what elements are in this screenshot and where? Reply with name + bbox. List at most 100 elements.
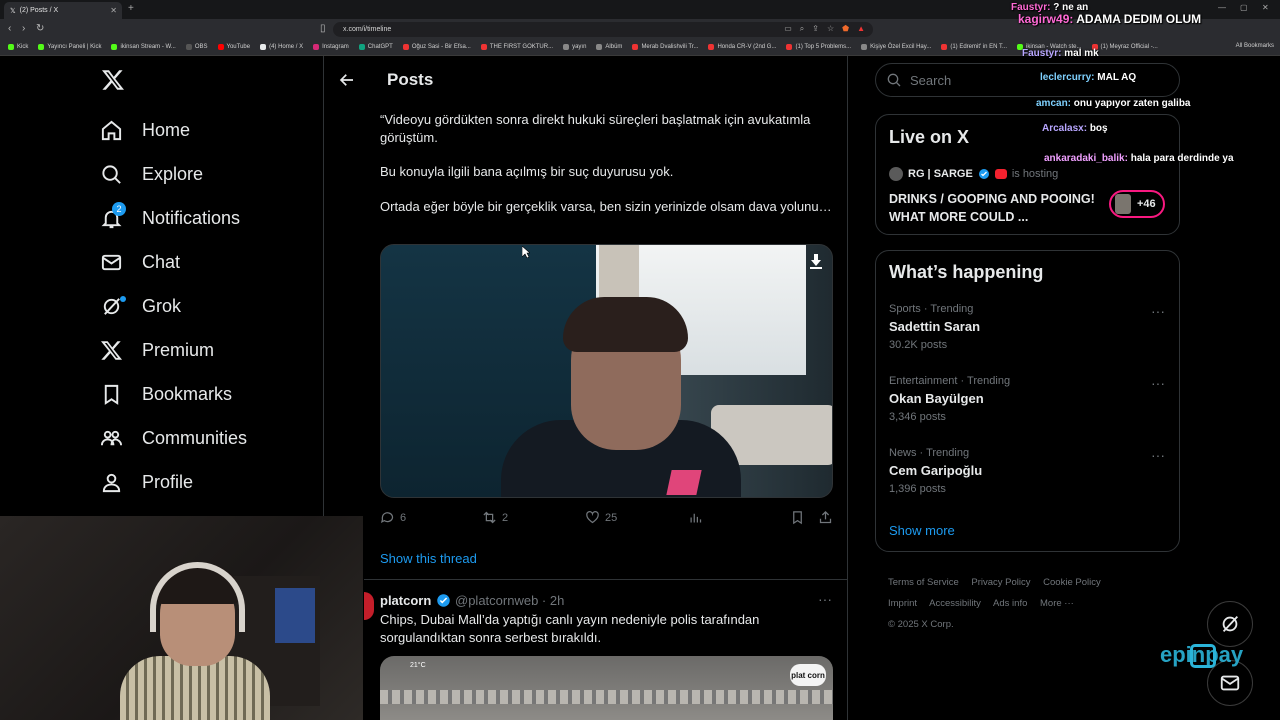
nav-grok[interactable]: Grok	[100, 284, 247, 328]
forward-icon[interactable]: ›	[22, 23, 25, 34]
bookmark-item[interactable]: yayın	[563, 44, 586, 50]
more-options-icon[interactable]: ···	[818, 591, 832, 607]
reply-button[interactable]: 6	[380, 510, 406, 525]
bookmark-item[interactable]: (4) Home / X	[260, 44, 303, 50]
bookmark-favicon-icon	[358, 44, 365, 50]
tab-close-icon[interactable]: ✕	[110, 6, 117, 15]
share-icon[interactable]: ⇪	[812, 24, 819, 34]
footer-links: Terms of Service Privacy Policy Cookie P…	[888, 572, 1178, 635]
bookmark-item[interactable]: (1) Edremit' in EN T...	[941, 44, 1007, 50]
trend-item[interactable]: News · Trending Cem Garipoğlu 1,396 post…	[889, 447, 982, 495]
bookmark-label: ChatGPT	[367, 44, 393, 50]
nav-chat[interactable]: Chat	[100, 240, 247, 284]
bookmark-page-icon[interactable]: ▯	[320, 23, 326, 34]
author-name[interactable]: platcorn	[380, 593, 431, 608]
bookmark-item[interactable]: (1) Top 5 Problems...	[786, 44, 851, 50]
bookmark-item[interactable]: OBS	[185, 44, 208, 50]
screen-icon[interactable]: ▭	[784, 24, 792, 34]
like-button[interactable]: 25	[585, 510, 617, 525]
image-railing	[380, 690, 833, 704]
browser-tab[interactable]: 𝕏 (2) Posts / X ✕	[4, 2, 122, 19]
zoom-icon[interactable]: ⌕	[800, 24, 804, 34]
home-icon	[101, 120, 122, 140]
bookmark-item[interactable]: Honda CR-V (2nd G...	[708, 44, 776, 50]
bookmark-item[interactable]: Kick	[8, 44, 28, 50]
tweet-image[interactable]: 21°C plat corn	[380, 656, 833, 720]
author-handle[interactable]: @platcornweb · 2h	[455, 593, 564, 608]
bookmark-item[interactable]: Kişiye Özel Excil Hay...	[861, 44, 931, 50]
tab-title: (2) Posts / X	[19, 7, 59, 14]
trend-item[interactable]: Sports · Trending Sadettin Saran 30.2K p…	[889, 303, 980, 351]
reply-count: 6	[400, 511, 407, 524]
trend-more-icon[interactable]: ···	[1151, 375, 1165, 391]
avatar[interactable]	[364, 592, 374, 620]
bookmark-icon	[104, 384, 119, 405]
download-icon[interactable]	[808, 253, 824, 269]
chat-message: Arcalasx: boş	[1042, 123, 1108, 134]
host-name: RG | SARGE	[908, 168, 973, 180]
trend-meta: Sports · Trending	[889, 303, 974, 315]
bookmark-label: OBS	[194, 44, 208, 50]
bookmark-favicon-icon	[111, 44, 118, 50]
rewards-icon[interactable]: ▲	[857, 24, 865, 34]
footer-link[interactable]: Terms of Service	[888, 577, 959, 588]
back-arrow-icon[interactable]	[338, 71, 356, 89]
share-icon	[819, 510, 832, 524]
tweet-text-paragraph: “Videoyu gördükten sonra direkt hukuki s…	[380, 112, 811, 145]
back-icon[interactable]: ‹	[8, 23, 11, 34]
footer-link[interactable]: Imprint	[888, 598, 917, 609]
bookmark-label: yayın	[572, 44, 587, 50]
nav-premium[interactable]: Premium	[100, 328, 247, 372]
trend-more-icon[interactable]: ···	[1151, 303, 1165, 319]
grok-icon	[1222, 616, 1239, 632]
nav-bookmarks[interactable]: Bookmarks	[100, 372, 247, 416]
people-icon	[100, 430, 123, 445]
nav-label: Communities	[142, 427, 248, 448]
bookmark-item[interactable]: Yayıncı Paneli | Kick	[38, 44, 101, 50]
chat-message: leclercurry: MAL AQ	[1040, 72, 1137, 83]
live-listeners-button[interactable]: +46	[1109, 190, 1165, 218]
url-text: x.com/i/timeline	[343, 26, 392, 33]
nav-explore[interactable]: Explore	[100, 152, 247, 196]
grok-dot	[120, 296, 126, 302]
views-button[interactable]	[688, 510, 703, 525]
bookmark-item[interactable]: Albüm	[596, 44, 622, 50]
footer-link[interactable]: Privacy Policy	[971, 577, 1030, 588]
footer-link[interactable]: More ···	[1040, 598, 1074, 609]
bookmark-button[interactable]	[790, 510, 805, 525]
nav-notifications[interactable]: 2 Notifications	[100, 196, 247, 240]
star-icon[interactable]: ☆	[827, 24, 834, 34]
footer-link[interactable]: Cookie Policy	[1043, 577, 1101, 588]
bookmark-item[interactable]: ikinsan Stream - W...	[111, 44, 176, 50]
grok-float-button[interactable]	[1207, 601, 1253, 647]
x-logo-icon[interactable]	[101, 68, 125, 92]
bookmark-item[interactable]: Instagram	[313, 44, 349, 50]
bookmark-item[interactable]: Oğuz Sasi - Bir Efsa...	[402, 44, 471, 50]
bookmark-label: (4) Home / X	[269, 44, 304, 50]
nav-communities[interactable]: Communities	[100, 416, 247, 460]
bookmark-item[interactable]: YouTube	[217, 44, 250, 50]
person-icon	[102, 473, 121, 492]
nav-profile[interactable]: Profile	[100, 460, 247, 504]
new-tab-button[interactable]: +	[128, 3, 134, 14]
bookmark-item[interactable]: Merab Dvalishvili Tr...	[632, 44, 698, 50]
bookmark-item[interactable]: THE FIRST GOKTUR...	[480, 44, 553, 50]
trend-item[interactable]: Entertainment · Trending Okan Bayülgen 3…	[889, 375, 1010, 423]
tweet-text-paragraph: Bu konuyla ilgili bana açılmış bir suç d…	[380, 164, 674, 179]
stream-title[interactable]: DRINKS / GOOPING AND POOING! WHAT MORE C…	[889, 190, 1099, 226]
repost-button[interactable]: 2	[482, 510, 508, 525]
tweet-video[interactable]	[380, 244, 833, 498]
brave-shield-icon[interactable]: ⬟	[842, 24, 849, 34]
reply-icon	[380, 512, 394, 524]
trend-more-icon[interactable]: ···	[1151, 447, 1165, 463]
show-more-link[interactable]: Show more	[889, 523, 955, 538]
show-thread-link[interactable]: Show this thread	[380, 551, 477, 566]
footer-link[interactable]: Ads info	[993, 598, 1027, 609]
nav-home[interactable]: Home	[100, 108, 247, 152]
bookmark-item[interactable]: ChatGPT	[358, 44, 393, 50]
address-bar[interactable]: x.com/i/timeline ▭ ⌕ ⇪ ☆ ⬟ ▲	[333, 22, 873, 37]
reload-icon[interactable]: ↻	[36, 23, 44, 34]
share-button[interactable]	[818, 510, 833, 525]
footer-link[interactable]: Accessibility	[929, 598, 981, 609]
verified-badge-icon	[978, 169, 989, 179]
